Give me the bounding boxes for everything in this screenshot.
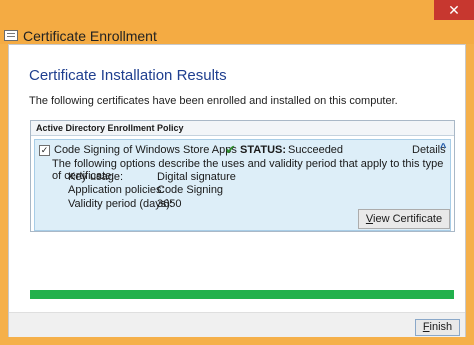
window-title: Certificate Enrollment [23,28,157,44]
chevron-up-icon[interactable]: ^ [440,142,446,154]
finish-button-access-key: F [422,321,430,333]
page-description: The following certificates have been enr… [29,95,398,107]
checkmark-icon: ✔ [225,142,236,157]
certificate-app-icon [4,30,18,41]
status-label: STATUS: [240,144,287,156]
title-bar: Certificate Enrollment ✕ [0,0,474,44]
application-policies-value: Code Signing [157,184,224,196]
view-button-label: iew Certificate [373,213,443,225]
application-policies-label: Application policies: [68,184,165,196]
key-usage-value: Digital signature [157,171,236,183]
close-button[interactable]: ✕ [434,0,474,20]
finish-button[interactable]: Finish [415,319,460,336]
progress-fill [30,290,454,299]
page-title: Certificate Installation Results [29,67,227,84]
certificate-checkbox[interactable]: ✓ [39,145,50,156]
enrollment-progress-bar [30,290,454,299]
dialog-footer: Finish [9,312,465,337]
enrollment-policy-group: Active Directory Enrollment Policy ✓ Cod… [30,120,455,232]
finish-button-label: inish [429,321,453,333]
dialog-body: Certificate Installation Results The fol… [8,44,466,337]
close-icon: ✕ [448,2,460,18]
key-usage-label: Key usage: [68,171,124,183]
view-certificate-button[interactable]: View Certificate [358,209,450,229]
view-button-access-key: V [365,213,374,225]
certificate-name: Code Signing of Windows Store Apps [54,144,237,156]
status-value: Succeeded [288,144,344,156]
certificate-result-item: ✓ Code Signing of Windows Store Apps ✔ S… [34,139,451,231]
policy-group-header: Active Directory Enrollment Policy [31,121,454,136]
validity-period-value: 3650 [157,198,182,210]
